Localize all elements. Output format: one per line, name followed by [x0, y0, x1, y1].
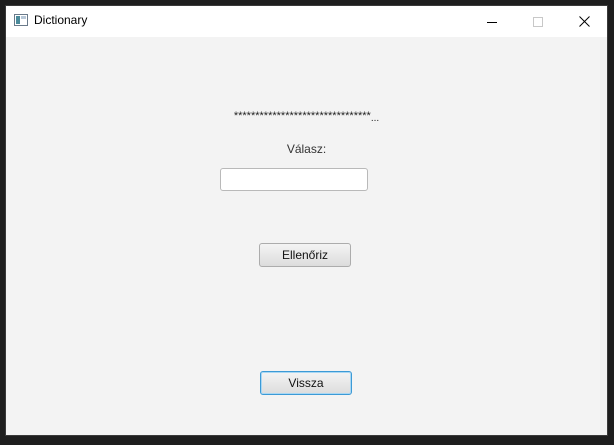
minimize-button[interactable] [469, 6, 515, 37]
maximize-icon [533, 16, 543, 27]
maximize-button[interactable] [515, 6, 561, 37]
close-icon [578, 16, 590, 27]
minimize-icon [487, 21, 497, 23]
window-title: Dictionary [34, 13, 88, 27]
back-button[interactable]: Vissza [260, 371, 352, 395]
dictionary-window: Dictionary *****************************… [5, 5, 608, 436]
answer-input[interactable] [220, 168, 368, 191]
answer-label: Válasz: [286, 142, 327, 156]
check-button[interactable]: Ellenőriz [259, 243, 351, 267]
masked-word-overflow: ... [370, 113, 380, 124]
quiz-panel: ********************************... Vála… [6, 37, 607, 435]
masked-word-text: ******************************** [233, 110, 371, 122]
close-button[interactable] [561, 6, 607, 37]
masked-word: ********************************... [6, 110, 607, 124]
title-bar[interactable]: Dictionary [6, 6, 607, 37]
app-window-icon [14, 14, 28, 26]
